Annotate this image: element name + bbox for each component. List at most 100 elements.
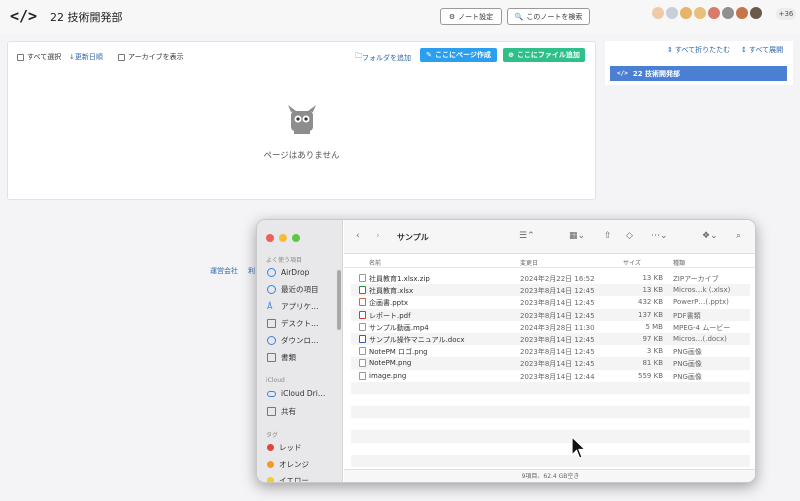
group-icon[interactable]: ▦⌄: [569, 231, 585, 241]
column-kind[interactable]: 種類: [673, 258, 685, 267]
file-row[interactable]: NotePM ロゴ.png 2023年8月14日 12:45 3 KB PNG画…: [351, 345, 750, 357]
icloud-heading: iCloud: [266, 377, 285, 384]
sidebar-item-shared[interactable]: 共有: [267, 406, 296, 417]
tree-panel: ⇕ すべて折りたたむ ↕ すべて展開 </> 22 技術開発部: [605, 41, 793, 85]
sidebar-item-label: イエロー: [279, 476, 309, 483]
applications-icon: Å: [267, 302, 273, 311]
show-archive-checkbox[interactable]: アーカイブを表示: [118, 52, 184, 62]
search-note-button[interactable]: 🔍 このノートを検索: [507, 8, 590, 25]
avatar[interactable]: [680, 7, 692, 19]
sidebar-item-label: レッド: [279, 443, 302, 452]
sidebar-item-airdrop[interactable]: AirDrop: [267, 268, 309, 277]
search-icon[interactable]: ⌕: [736, 231, 741, 241]
avatar[interactable]: [666, 7, 678, 19]
file-row[interactable]: サンプル動画.mp4 2024年3月28日 11:30 5 MB MPEG-4 …: [351, 321, 750, 333]
excel-file-icon: [359, 286, 366, 295]
sidebar-item-applications[interactable]: Å アプリケ…: [267, 301, 319, 312]
folder-icon: 🗀: [355, 52, 362, 60]
app-logo[interactable]: </>: [10, 7, 37, 25]
share-icon[interactable]: ⇧: [604, 231, 612, 241]
footer-link-terms[interactable]: 利: [248, 266, 255, 276]
file-size: 5 MB: [645, 322, 663, 331]
sidebar-item-desktop[interactable]: デスクト…: [267, 318, 319, 329]
file-row[interactable]: 社員教育.xlsx 2023年8月14日 12:45 13 KB Micros……: [351, 284, 750, 297]
note-settings-button[interactable]: ⚙ ノート設定: [440, 8, 502, 25]
more-members-badge[interactable]: +36: [776, 8, 796, 20]
avatar[interactable]: [736, 7, 748, 19]
sidebar-item-downloads[interactable]: ダウンロ…: [267, 335, 319, 346]
cloud-icon: [267, 390, 276, 397]
file-row[interactable]: image.png 2023年8月14日 12:44 559 KB PNG画像: [351, 370, 750, 382]
yellow-tag-icon: [267, 477, 274, 482]
favorites-heading: よく使う項目: [266, 257, 303, 264]
tree-item-notebook[interactable]: </> 22 技術開発部: [610, 66, 787, 81]
list-view-icon[interactable]: ☰⌃: [519, 231, 535, 241]
sort-label: 更新日順: [74, 53, 103, 61]
expand-icon: ↕: [741, 46, 747, 54]
add-folder-button[interactable]: 🗀 フォルダを追加: [355, 52, 411, 63]
file-date: 2023年8月14日 12:45: [520, 287, 595, 296]
column-name[interactable]: 名前: [369, 258, 381, 267]
create-page-button[interactable]: ✎ ここにページ作成: [420, 48, 497, 62]
sidebar-item-label: 共有: [281, 407, 296, 416]
avatar[interactable]: [652, 7, 664, 19]
zoom-button[interactable]: [292, 234, 300, 242]
forward-icon[interactable]: ›: [376, 231, 380, 241]
sidebar-item-recents[interactable]: 最近の項目: [267, 284, 319, 295]
avatar[interactable]: [750, 7, 762, 19]
collapse-all-button[interactable]: ⇕ すべて折りたたむ: [667, 45, 730, 55]
tag-icon[interactable]: ◇: [626, 231, 633, 241]
orange-tag-icon: [267, 461, 274, 468]
file-size: 137 KB: [638, 310, 663, 319]
file-date: 2023年8月14日 12:45: [520, 348, 595, 357]
file-list: 社員教育1.xlsx.zip 2024年2月22日 16:52 13 KB ZI…: [351, 272, 750, 467]
file-row[interactable]: 社員教育1.xlsx.zip 2024年2月22日 16:52 13 KB ZI…: [351, 272, 750, 284]
column-date[interactable]: 変更日: [520, 258, 538, 267]
minimize-button[interactable]: [279, 234, 287, 242]
more-actions-icon[interactable]: ⋯⌄: [651, 231, 668, 241]
sidebar-item-label: ダウンロ…: [281, 336, 319, 345]
file-name: NotePM ロゴ.png: [369, 348, 428, 357]
show-archive-label: アーカイブを表示: [128, 53, 184, 61]
sidebar-item-documents[interactable]: 書類: [267, 352, 296, 363]
page-list-panel: すべて選択 ↓ 更新日順 アーカイブを表示 🗀 フォルダを追加 ✎ ここにページ…: [7, 41, 596, 200]
sidebar-item-icloud-drive[interactable]: iCloud Dri…: [267, 389, 325, 398]
collapse-icon: ⇕: [667, 46, 673, 54]
column-size[interactable]: サイズ: [623, 258, 641, 267]
file-row[interactable]: 企画書.pptx 2023年8月14日 12:45 432 KB PowerP……: [351, 296, 750, 308]
sidebar-tag-orange[interactable]: オレンジ: [267, 459, 309, 470]
expand-all-button[interactable]: ↕ すべて展開: [741, 45, 783, 55]
back-icon[interactable]: ‹: [356, 231, 360, 241]
avatar[interactable]: [694, 7, 706, 19]
file-row[interactable]: NotePM.png 2023年8月14日 12:45 81 KB PNG画像: [351, 357, 750, 370]
notebook-title: 22 技術開発部: [50, 11, 123, 24]
sort-button[interactable]: ↓ 更新日順: [69, 52, 103, 62]
video-file-icon: [359, 322, 366, 331]
add-file-button[interactable]: ⊕ ここにファイル追加: [503, 48, 585, 62]
sidebar-scrollbar[interactable]: [337, 270, 341, 330]
file-kind: PowerP…(.pptx): [673, 298, 729, 307]
file-date: 2023年8月14日 12:45: [520, 299, 595, 308]
sidebar-item-label: オレンジ: [279, 460, 309, 469]
file-size: 559 KB: [638, 371, 663, 380]
avatar[interactable]: [722, 7, 734, 19]
sidebar-tag-red[interactable]: レッド: [267, 442, 302, 453]
folder-title: サンプル: [397, 233, 429, 242]
avatar[interactable]: [708, 7, 720, 19]
checkbox-icon: [17, 53, 24, 61]
column-headers: 名前 変更日 サイズ 種類: [344, 256, 755, 268]
zip-file-icon: [359, 274, 366, 282]
file-size: 3 KB: [646, 347, 663, 356]
footer-link-company[interactable]: 運営会社: [210, 266, 238, 276]
file-row[interactable]: レポート.pdf 2023年8月14日 12:45 137 KB PDF書類: [351, 308, 750, 321]
close-button[interactable]: [266, 234, 274, 242]
file-row[interactable]: サンプル操作マニュアル.docx 2023年8月14日 12:45 97 KB …: [351, 332, 750, 346]
file-kind: Micros…(.docx): [673, 334, 727, 343]
file-kind: MPEG-4 ムービー: [673, 323, 731, 332]
sidebar-tag-yellow[interactable]: イエロー: [267, 475, 309, 483]
desktop-icon: [267, 319, 276, 328]
dropbox-icon[interactable]: ❖⌄: [702, 231, 718, 241]
document-icon: [267, 353, 276, 362]
select-all-checkbox[interactable]: すべて選択: [17, 52, 61, 62]
finder-window: よく使う項目 AirDrop 最近の項目 Å アプリケ… デスクト… ダウンロ……: [256, 219, 756, 483]
